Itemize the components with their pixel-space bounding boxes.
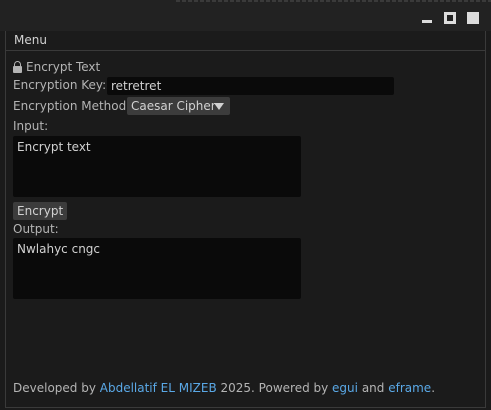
minimize-icon[interactable] (421, 12, 433, 24)
author-link[interactable]: Abdellatif EL MIZEB (100, 381, 217, 395)
encryption-method-value: Caesar Cipher (131, 99, 216, 113)
menu-bar: Menu (6, 31, 485, 51)
menu-button[interactable]: Menu (14, 33, 47, 47)
lock-icon (13, 61, 22, 73)
egui-link[interactable]: egui (332, 381, 358, 395)
output-textarea[interactable]: Nwlahyc cngc (13, 238, 301, 299)
footer-credits: Developed by Abdellatif EL MIZEB 2025. P… (13, 381, 435, 395)
input-label: Input: (13, 119, 49, 133)
section-heading: Encrypt Text (13, 60, 100, 74)
input-textarea[interactable]: Encrypt text (13, 136, 301, 197)
titlebar-drag-region[interactable] (176, 0, 491, 2)
app-window: Menu Encrypt Text Encryption Key: Encryp… (5, 31, 486, 408)
encryption-key-input[interactable] (107, 77, 394, 95)
eframe-link[interactable]: eframe (388, 381, 431, 395)
heading-text: Encrypt Text (26, 60, 101, 74)
encrypt-button[interactable]: Encrypt (13, 202, 68, 220)
footer-prefix: Developed by (13, 381, 100, 395)
encryption-method-label: Encryption Method (13, 99, 127, 113)
maximize-icon[interactable] (444, 12, 456, 24)
footer-suffix: . (431, 381, 436, 395)
close-icon[interactable] (467, 12, 479, 24)
output-label: Output: (13, 222, 59, 236)
encryption-method-select[interactable]: Caesar Cipher (127, 97, 230, 115)
window-titlebar (0, 0, 491, 31)
encryption-key-label: Encryption Key: (13, 78, 107, 92)
chevron-down-icon (214, 103, 224, 110)
footer-middle: 2025. Powered by (216, 381, 333, 395)
footer-and: and (358, 381, 389, 395)
